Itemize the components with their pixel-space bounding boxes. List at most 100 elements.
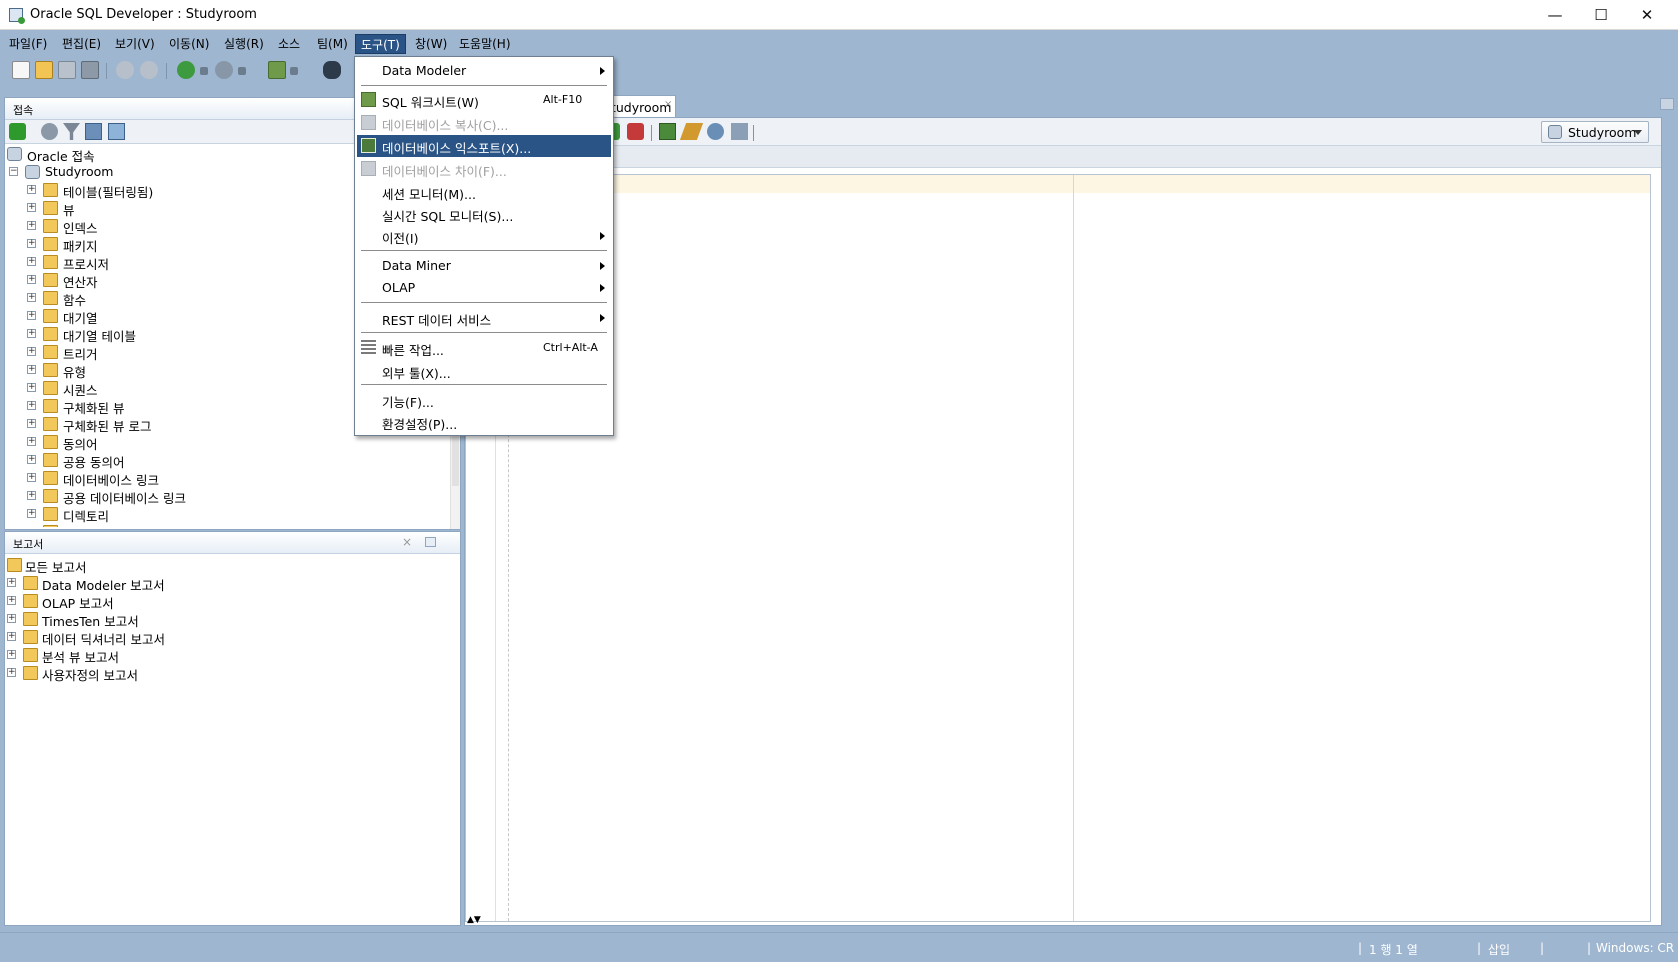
menu-tools[interactable]: 도구(T) — [355, 34, 406, 54]
report-node[interactable]: + TimesTen 보고서 — [5, 610, 450, 629]
menu-item-quick-action[interactable]: 빠른 작업... Ctrl+Alt-A — [357, 337, 611, 359]
expand-icon[interactable]: + — [27, 437, 36, 446]
save-icon[interactable] — [58, 61, 76, 79]
scroll-arrows-icon[interactable]: ▲▼ — [467, 915, 481, 925]
expand-icon[interactable]: + — [27, 185, 36, 194]
minimize-button[interactable]: — — [1532, 0, 1578, 30]
expand-icon[interactable]: + — [7, 650, 16, 659]
expand-icon[interactable]: + — [27, 347, 36, 356]
folder-icon — [23, 630, 38, 644]
menu-item-realtime-sql-monitor[interactable]: 실시간 SQL 모니터(S)... — [357, 203, 611, 225]
menu-navigate[interactable]: 이동(N) — [164, 34, 214, 54]
menu-edit[interactable]: 편집(E) — [57, 34, 106, 54]
save-all-icon[interactable] — [81, 61, 99, 79]
folder-icon — [43, 381, 58, 395]
minimize-panel-icon[interactable] — [425, 537, 436, 547]
expand-icon[interactable]: + — [27, 293, 36, 302]
menu-item-data-modeler[interactable]: Data Modeler — [357, 60, 611, 82]
open-folder-icon[interactable] — [35, 61, 53, 79]
filter-icon[interactable] — [63, 123, 80, 140]
report-node[interactable]: + 분석 뷰 보고서 — [5, 646, 450, 665]
expand-icon[interactable]: + — [27, 491, 36, 500]
binoculars-icon[interactable] — [323, 61, 341, 79]
expand-icon[interactable]: + — [7, 668, 16, 677]
sql-editor[interactable] — [465, 174, 1651, 922]
maximize-editor-icon[interactable] — [1660, 98, 1674, 110]
expand-icon[interactable]: + — [27, 203, 36, 212]
menu-file[interactable]: 파일(F) — [4, 34, 52, 54]
expand-icon[interactable]: + — [27, 239, 36, 248]
menu-run[interactable]: 실행(R) — [219, 34, 269, 54]
menu-team[interactable]: 팀(M) — [312, 34, 353, 54]
menu-view[interactable]: 보기(V) — [110, 34, 160, 54]
clear-icon[interactable] — [679, 123, 704, 140]
sql-worksheet-dropdown-icon[interactable] — [290, 67, 298, 75]
menu-item-database-diff[interactable]: 데이터베이스 차이(F)... — [357, 158, 611, 180]
menu-item-session-monitor[interactable]: 세션 모니터(M)... — [357, 181, 611, 203]
editor-split-divider[interactable] — [1073, 175, 1074, 921]
menu-item-features[interactable]: 기능(F)... — [357, 389, 611, 411]
expand-icon[interactable]: + — [27, 383, 36, 392]
expand-icon[interactable]: + — [27, 473, 36, 482]
close-button[interactable]: ✕ — [1624, 0, 1670, 30]
menu-item-data-miner[interactable]: Data Miner — [357, 255, 611, 277]
expand-icon[interactable]: + — [27, 401, 36, 410]
tree-node[interactable]: + 공용 데이터베이스 링크 — [5, 487, 450, 506]
tree-node[interactable]: +에디션 — [5, 523, 450, 527]
expand-icon[interactable]: + — [27, 455, 36, 464]
tree-node[interactable]: + 데이터베이스 링크 — [5, 469, 450, 488]
expand-icon[interactable]: + — [27, 221, 36, 230]
undo-icon[interactable] — [116, 61, 134, 79]
report-node[interactable]: + OLAP 보고서 — [5, 592, 450, 611]
add-connection-icon[interactable] — [9, 123, 26, 140]
sql-history-icon[interactable] — [707, 123, 724, 140]
autotrace-icon[interactable] — [659, 123, 676, 140]
connection-selector[interactable]: Studyroom — [1541, 121, 1649, 143]
report-node[interactable]: + 사용자정의 보고서 — [5, 664, 450, 683]
menu-item-migration[interactable]: 이전(I) — [357, 225, 611, 247]
menu-item-preferences[interactable]: 환경설정(P)... — [357, 411, 611, 433]
refresh-icon[interactable] — [41, 123, 58, 140]
expand-icon[interactable]: + — [27, 509, 36, 518]
report-node[interactable]: + Data Modeler 보고서 — [5, 574, 450, 593]
expand-icon[interactable]: + — [27, 419, 36, 428]
back-dropdown-icon[interactable] — [200, 67, 208, 75]
reports-panel-title: 보고서 — [13, 538, 44, 551]
menu-item-sql-worksheet[interactable]: SQL 워크시트(W) Alt-F10 — [357, 89, 611, 111]
menu-item-olap[interactable]: OLAP — [357, 277, 611, 299]
new-file-icon[interactable] — [12, 61, 30, 79]
tab-close-icon[interactable]: × — [664, 99, 672, 110]
maximize-button[interactable]: ☐ — [1578, 0, 1624, 30]
sql-worksheet-icon[interactable] — [268, 61, 286, 79]
expand-icon[interactable]: + — [7, 632, 16, 641]
forward-icon[interactable] — [215, 61, 233, 79]
menu-window[interactable]: 창(W) — [410, 34, 452, 54]
expand-icon[interactable]: + — [27, 311, 36, 320]
tree-node[interactable]: + 공용 동의어 — [5, 451, 450, 470]
menu-item-rest-data-services[interactable]: REST 데이터 서비스 — [357, 307, 611, 329]
redo-icon[interactable] — [140, 61, 158, 79]
expand-icon[interactable]: + — [27, 275, 36, 284]
menu-help[interactable]: 도움말(H) — [454, 34, 516, 54]
menu-item-database-export[interactable]: 데이터베이스 익스포트(X)... — [357, 135, 611, 157]
rollback-icon[interactable] — [627, 123, 644, 140]
expand-icon[interactable]: + — [27, 257, 36, 266]
schema-browser-icon[interactable] — [85, 123, 102, 140]
expand-icon[interactable]: + — [27, 329, 36, 338]
forward-dropdown-icon[interactable] — [238, 67, 246, 75]
expand-icon[interactable]: + — [7, 596, 16, 605]
menu-item-external-tools[interactable]: 외부 툴(X)... — [357, 360, 611, 382]
menu-source[interactable]: 소스 — [273, 34, 305, 54]
connection-view-icon[interactable] — [108, 123, 125, 140]
tree-node[interactable]: + 디렉토리 — [5, 505, 450, 524]
expand-icon[interactable]: + — [27, 365, 36, 374]
tree-row-reports-root[interactable]: 모든 보고서 — [5, 556, 450, 575]
format-icon[interactable] — [731, 123, 748, 140]
back-icon[interactable] — [177, 61, 195, 79]
menu-item-database-copy[interactable]: 데이터베이스 복사(C)... — [357, 112, 611, 134]
collapse-icon[interactable]: − — [9, 167, 18, 176]
expand-icon[interactable]: + — [7, 578, 16, 587]
reports-close-icon[interactable]: × — [402, 535, 412, 549]
expand-icon[interactable]: + — [7, 614, 16, 623]
report-node[interactable]: + 데이터 딕셔너리 보고서 — [5, 628, 450, 647]
